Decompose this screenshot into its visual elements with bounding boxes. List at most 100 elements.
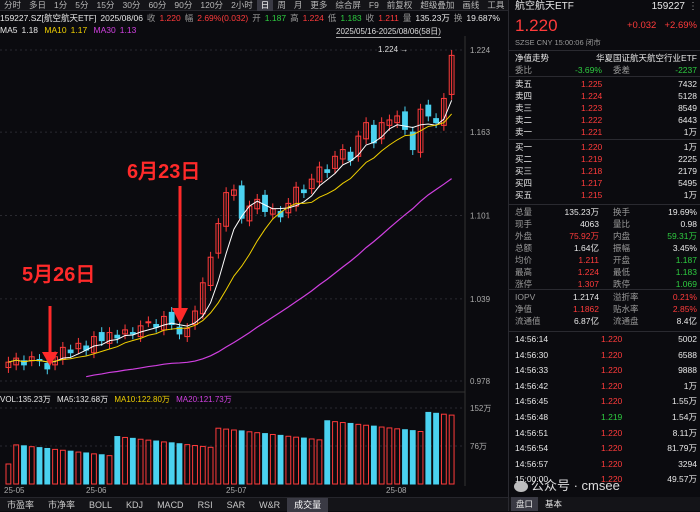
low-value: 1.183 xyxy=(340,13,362,23)
period-tab-0[interactable]: 分时 xyxy=(0,0,25,11)
period-tab-13[interactable]: 更多 xyxy=(306,0,331,11)
price-row: 1.220 +0.032 +2.69% xyxy=(509,17,700,35)
tick-price: 1.220 xyxy=(601,458,623,469)
indicator-tab-8[interactable]: 成交量 xyxy=(287,497,329,512)
stat-row: 最高 1.224 最低 1.183 xyxy=(509,266,700,278)
tick-volume: 1.54万 xyxy=(671,412,697,422)
ask-row: 卖五 1.225 7432 xyxy=(509,78,700,90)
annotation-may26: 5月26日 xyxy=(22,264,96,286)
period-tab-9[interactable]: 2小时 xyxy=(227,0,257,11)
ma10-label: MA10 xyxy=(44,25,67,35)
security-code: 159227.SZ[航空航天ETF] xyxy=(0,13,97,23)
bid-row: 买四 1.217 5495 xyxy=(509,177,700,189)
bid-level: 买二 xyxy=(515,154,533,164)
indicator-tab-1[interactable]: 市净率 xyxy=(41,498,82,512)
tick-price: 1.220 xyxy=(601,334,623,344)
period-tab-15[interactable]: F9 xyxy=(365,0,383,11)
period-tab-7[interactable]: 90分 xyxy=(170,0,196,11)
tick-volume: 8.11万 xyxy=(672,427,697,438)
volume-bar xyxy=(386,427,393,485)
tick-volume: 9888 xyxy=(678,365,697,376)
tab-basic[interactable]: 基本 xyxy=(545,497,562,511)
watermark: 公众号 · cmsee xyxy=(514,475,620,494)
ask-price: 1.223 xyxy=(581,103,603,113)
period-tab-19[interactable]: 工具 xyxy=(483,0,508,11)
bid-volume: 2225 xyxy=(678,154,697,164)
ask-level: 卖四 xyxy=(515,91,533,101)
tick-volume: 1万 xyxy=(683,380,697,391)
period-tab-14[interactable]: 综合屏 xyxy=(331,0,365,11)
iopv-label: IOPV xyxy=(515,292,536,302)
iopv-row: IOPV 1.2174 溢折率 0.21% xyxy=(509,291,700,303)
ask-price: 1.222 xyxy=(581,115,603,125)
period-tab-17[interactable]: 超级叠加 xyxy=(416,0,458,11)
candle-body xyxy=(433,118,439,124)
bid-volume: 1万 xyxy=(683,142,697,152)
indicator-tab-7[interactable]: W&R xyxy=(252,498,287,512)
bid-row: 买二 1.219 2225 xyxy=(509,153,700,165)
volume-bar xyxy=(378,426,385,485)
x-axis: 25-05 25-06 25-07 25-08 xyxy=(0,486,508,496)
volume-bar xyxy=(21,445,27,485)
price-change: +0.032 xyxy=(627,20,657,31)
volume-bar xyxy=(184,444,191,485)
volume-bar xyxy=(339,422,346,485)
period-tab-5[interactable]: 30分 xyxy=(118,0,144,11)
indicator-tab-5[interactable]: RSI xyxy=(191,498,220,512)
ma5-label: MA5 xyxy=(0,25,18,35)
tick-row: 14:56:45 1.220 1.55万 xyxy=(509,395,700,407)
watermark-text: 公众号 · cmsee xyxy=(531,478,620,493)
tab-net-value[interactable]: 净值走势 xyxy=(515,52,549,64)
stat-label: 均价 xyxy=(515,255,533,265)
amount-value: 135.23万 xyxy=(415,13,450,23)
period-tab-6[interactable]: 60分 xyxy=(144,0,170,11)
period-tab-16[interactable]: 前复权 xyxy=(383,0,417,11)
period-tab-3[interactable]: 5分 xyxy=(71,0,92,11)
indicator-tab-2[interactable]: BOLL xyxy=(82,498,119,512)
tick-row: 14:56:14 1.220 5002 xyxy=(509,333,700,345)
period-tab-18[interactable]: 画线 xyxy=(458,0,483,11)
price-tick: 1.224 xyxy=(470,46,491,55)
period-tab-1[interactable]: 多日 xyxy=(25,0,50,11)
ask-row: 卖一 1.221 1万 xyxy=(509,126,700,138)
weibi-row: 委比 -3.69% 委差 -2237 xyxy=(509,64,700,76)
period-tab-2[interactable]: 1分 xyxy=(50,0,71,11)
ma30-line xyxy=(86,178,452,378)
price-tick: 0.978 xyxy=(470,377,491,386)
indicator-tab-6[interactable]: SAR xyxy=(220,498,253,512)
stat-label: 内盘 xyxy=(613,231,631,241)
indicator-tab-3[interactable]: KDJ xyxy=(119,498,150,512)
ask-volume: 8549 xyxy=(678,103,697,113)
stat-value: 1.183 xyxy=(675,267,697,277)
period-tab-8[interactable]: 120分 xyxy=(196,0,227,11)
tab-index-name[interactable]: 华夏国证航天航空行业ETF xyxy=(596,52,697,64)
period-tab-11[interactable]: 周 xyxy=(273,0,290,11)
tick-volume: 3294 xyxy=(678,458,697,469)
quote-info-bar: 159227.SZ[航空航天ETF] 2025/08/06 收 1.220 幅 … xyxy=(0,12,508,24)
volume-bar xyxy=(176,443,183,485)
period-tab-12[interactable]: 月 xyxy=(290,0,307,11)
bid-volume: 5495 xyxy=(678,178,697,188)
iopv-value: 8.4亿 xyxy=(676,316,697,326)
tick-volume: 49.57万 xyxy=(667,474,697,485)
indicator-tab-0[interactable]: 市盈率 xyxy=(0,498,41,512)
tick-time: 14:56:33 xyxy=(515,365,549,376)
volume-bar xyxy=(44,447,51,485)
weibi-label: 委比 xyxy=(515,65,533,75)
tick-price: 1.220 xyxy=(601,396,623,407)
bid-level: 买三 xyxy=(515,166,533,176)
period-tab-10[interactable]: 日 xyxy=(256,0,274,11)
volume-bar xyxy=(231,429,237,485)
more-icon[interactable]: ⋮ xyxy=(688,1,698,13)
last-price: 1.220 xyxy=(515,16,558,35)
tick-time: 14:56:54 xyxy=(515,443,549,454)
tab-orderbook[interactable]: 盘口 xyxy=(511,497,539,511)
ma30-label: MA30 xyxy=(93,25,116,35)
volume-bar xyxy=(448,414,455,485)
indicator-tab-4[interactable]: MACD xyxy=(150,498,191,512)
stat-label: 总量 xyxy=(515,207,533,217)
ma10-value: 1.17 xyxy=(70,25,88,35)
open-label: 开 xyxy=(252,13,261,23)
period-tab-4[interactable]: 15分 xyxy=(93,0,119,11)
volume-bar xyxy=(98,454,105,485)
